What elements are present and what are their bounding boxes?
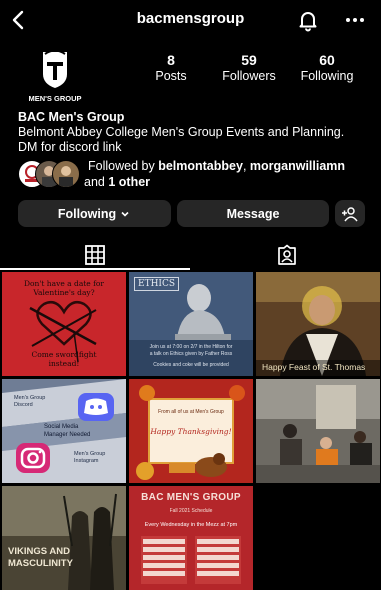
followed-other[interactable]: 1 other bbox=[108, 175, 150, 189]
profile-tabs bbox=[0, 238, 381, 272]
schedule-subtitle: Fall 2021 Schedule bbox=[169, 508, 213, 514]
post-tile-vikings[interactable]: VIKINGS AND MASCULINITY bbox=[2, 486, 126, 590]
logo-text: MEN'S GROUP bbox=[28, 94, 82, 103]
post-tile-discord-instagram[interactable]: Men's Group Discord Social Media Manager… bbox=[2, 379, 126, 483]
post-grid: Don't have a date for Valentine's day? C… bbox=[2, 272, 380, 590]
posts-label: Posts bbox=[155, 69, 187, 83]
vikings-line-2: MASCULINITY bbox=[8, 558, 73, 569]
manager-line-2: Manager Needed bbox=[44, 432, 91, 438]
followers-count: 59 bbox=[241, 52, 257, 68]
ethics-title: ETHICS bbox=[134, 277, 180, 291]
st-thomas-caption: Happy Feast of St. Thomas bbox=[262, 362, 366, 372]
post-tile-ethics[interactable]: ETHICS Join us at 7:00 on 2/7 in the Hil… bbox=[129, 272, 253, 376]
instagram-line-2: Instagram bbox=[74, 458, 99, 464]
manager-needed-label: Social Media Manager Needed bbox=[44, 423, 90, 439]
schedule-line: Every Wednesday in the Mezz at 7pm bbox=[144, 522, 238, 528]
vikings-title: VIKINGS AND MASCULINITY bbox=[8, 546, 73, 570]
ethics-line-1: Join us at 7:00 on 2/7 in the Hilton for bbox=[149, 344, 233, 350]
message-button[interactable]: Message bbox=[177, 200, 329, 227]
followed-prefix: Followed by bbox=[88, 159, 159, 173]
ethics-details: Join us at 7:00 on 2/7 in the Hilton for… bbox=[133, 344, 249, 369]
suggest-people-button[interactable] bbox=[335, 200, 365, 227]
valentine-line-1: Don't have a date for bbox=[23, 279, 105, 288]
profile-username: bacmensgroup bbox=[136, 10, 245, 27]
schedule-title: BAC MEN'S GROUP bbox=[141, 492, 241, 503]
discord-line-2: Discord bbox=[14, 402, 33, 408]
followers-label: Followers bbox=[222, 69, 276, 83]
post-tile-photo[interactable] bbox=[256, 379, 380, 483]
vikings-image bbox=[2, 486, 126, 590]
posts-count: 8 bbox=[167, 52, 175, 68]
bell-icon[interactable] bbox=[296, 8, 320, 32]
follower-avatar-3[interactable] bbox=[52, 160, 80, 188]
post-tile-thanksgiving[interactable]: From all of us at Men's Group Happy Than… bbox=[129, 379, 253, 483]
following-label: Following bbox=[300, 69, 354, 83]
following-button-label: Following bbox=[57, 206, 117, 221]
instagram-line-1: Men's Group bbox=[74, 451, 106, 457]
manager-line-1: Social Media bbox=[44, 424, 79, 430]
profile-avatar[interactable]: MEN'S GROUP bbox=[21, 44, 89, 112]
profile-display-name: BAC Men's Group bbox=[18, 110, 125, 124]
valentine-line-2: Valentine's day? bbox=[33, 288, 95, 297]
ethics-line-3: Cookies and coke will be provided bbox=[153, 362, 229, 368]
profile-bio: Belmont Abbey College Men's Group Events… bbox=[18, 125, 368, 155]
active-tab-indicator bbox=[0, 268, 190, 270]
discord-label: Men's Group Discord bbox=[14, 395, 45, 409]
following-button[interactable]: Following bbox=[18, 200, 171, 227]
following-stat[interactable]: 60 Following bbox=[287, 52, 367, 84]
instagram-label: Men's Group Instagram bbox=[74, 451, 105, 465]
ethics-line-2: a talk on Ethics given by Father Ross bbox=[149, 351, 233, 357]
valentine-line-4: instead! bbox=[48, 359, 80, 368]
chevron-down-icon bbox=[121, 211, 129, 217]
followed-sep: , bbox=[242, 159, 250, 173]
valentine-text-top: Don't have a date for Valentine's day? bbox=[2, 279, 126, 297]
thanksgiving-subtitle: From all of us at Men's Group bbox=[158, 409, 224, 415]
following-count: 60 bbox=[319, 52, 335, 68]
add-person-icon bbox=[342, 206, 358, 221]
grid-tab-icon[interactable] bbox=[84, 244, 106, 266]
more-options-icon[interactable] bbox=[343, 8, 367, 32]
event-photo-image bbox=[256, 379, 380, 483]
thanksgiving-title: Happy Thanksgiving! bbox=[150, 427, 232, 436]
posts-stat[interactable]: 8 Posts bbox=[131, 52, 211, 84]
followed-user-1[interactable]: belmontabbey bbox=[158, 159, 243, 173]
followed-and: and bbox=[84, 175, 109, 189]
valentine-line-3: Come swordfight bbox=[31, 350, 97, 359]
bio-line-2: DM for discord link bbox=[18, 140, 122, 154]
discord-line-1: Men's Group bbox=[14, 395, 46, 401]
followed-by-text[interactable]: Followed by belmontabbey, morganwilliamn… bbox=[84, 158, 378, 190]
message-button-label: Message bbox=[226, 206, 280, 221]
bio-line-1: Belmont Abbey College Men's Group Events… bbox=[18, 125, 345, 139]
tagged-tab-icon[interactable] bbox=[276, 244, 298, 266]
post-tile-st-thomas[interactable]: Happy Feast of St. Thomas bbox=[256, 272, 380, 376]
followers-stat[interactable]: 59 Followers bbox=[209, 52, 289, 84]
top-bar: bacmensgroup bbox=[0, 0, 381, 40]
post-tile-schedule[interactable]: BAC MEN'S GROUP Fall 2021 Schedule Every… bbox=[129, 486, 253, 590]
followed-user-2[interactable]: morganwilliamn bbox=[250, 159, 345, 173]
post-tile-valentine[interactable]: Don't have a date for Valentine's day? C… bbox=[2, 272, 126, 376]
vikings-line-1: VIKINGS AND bbox=[8, 546, 70, 557]
valentine-text-bottom: Come swordfight instead! bbox=[2, 350, 126, 368]
